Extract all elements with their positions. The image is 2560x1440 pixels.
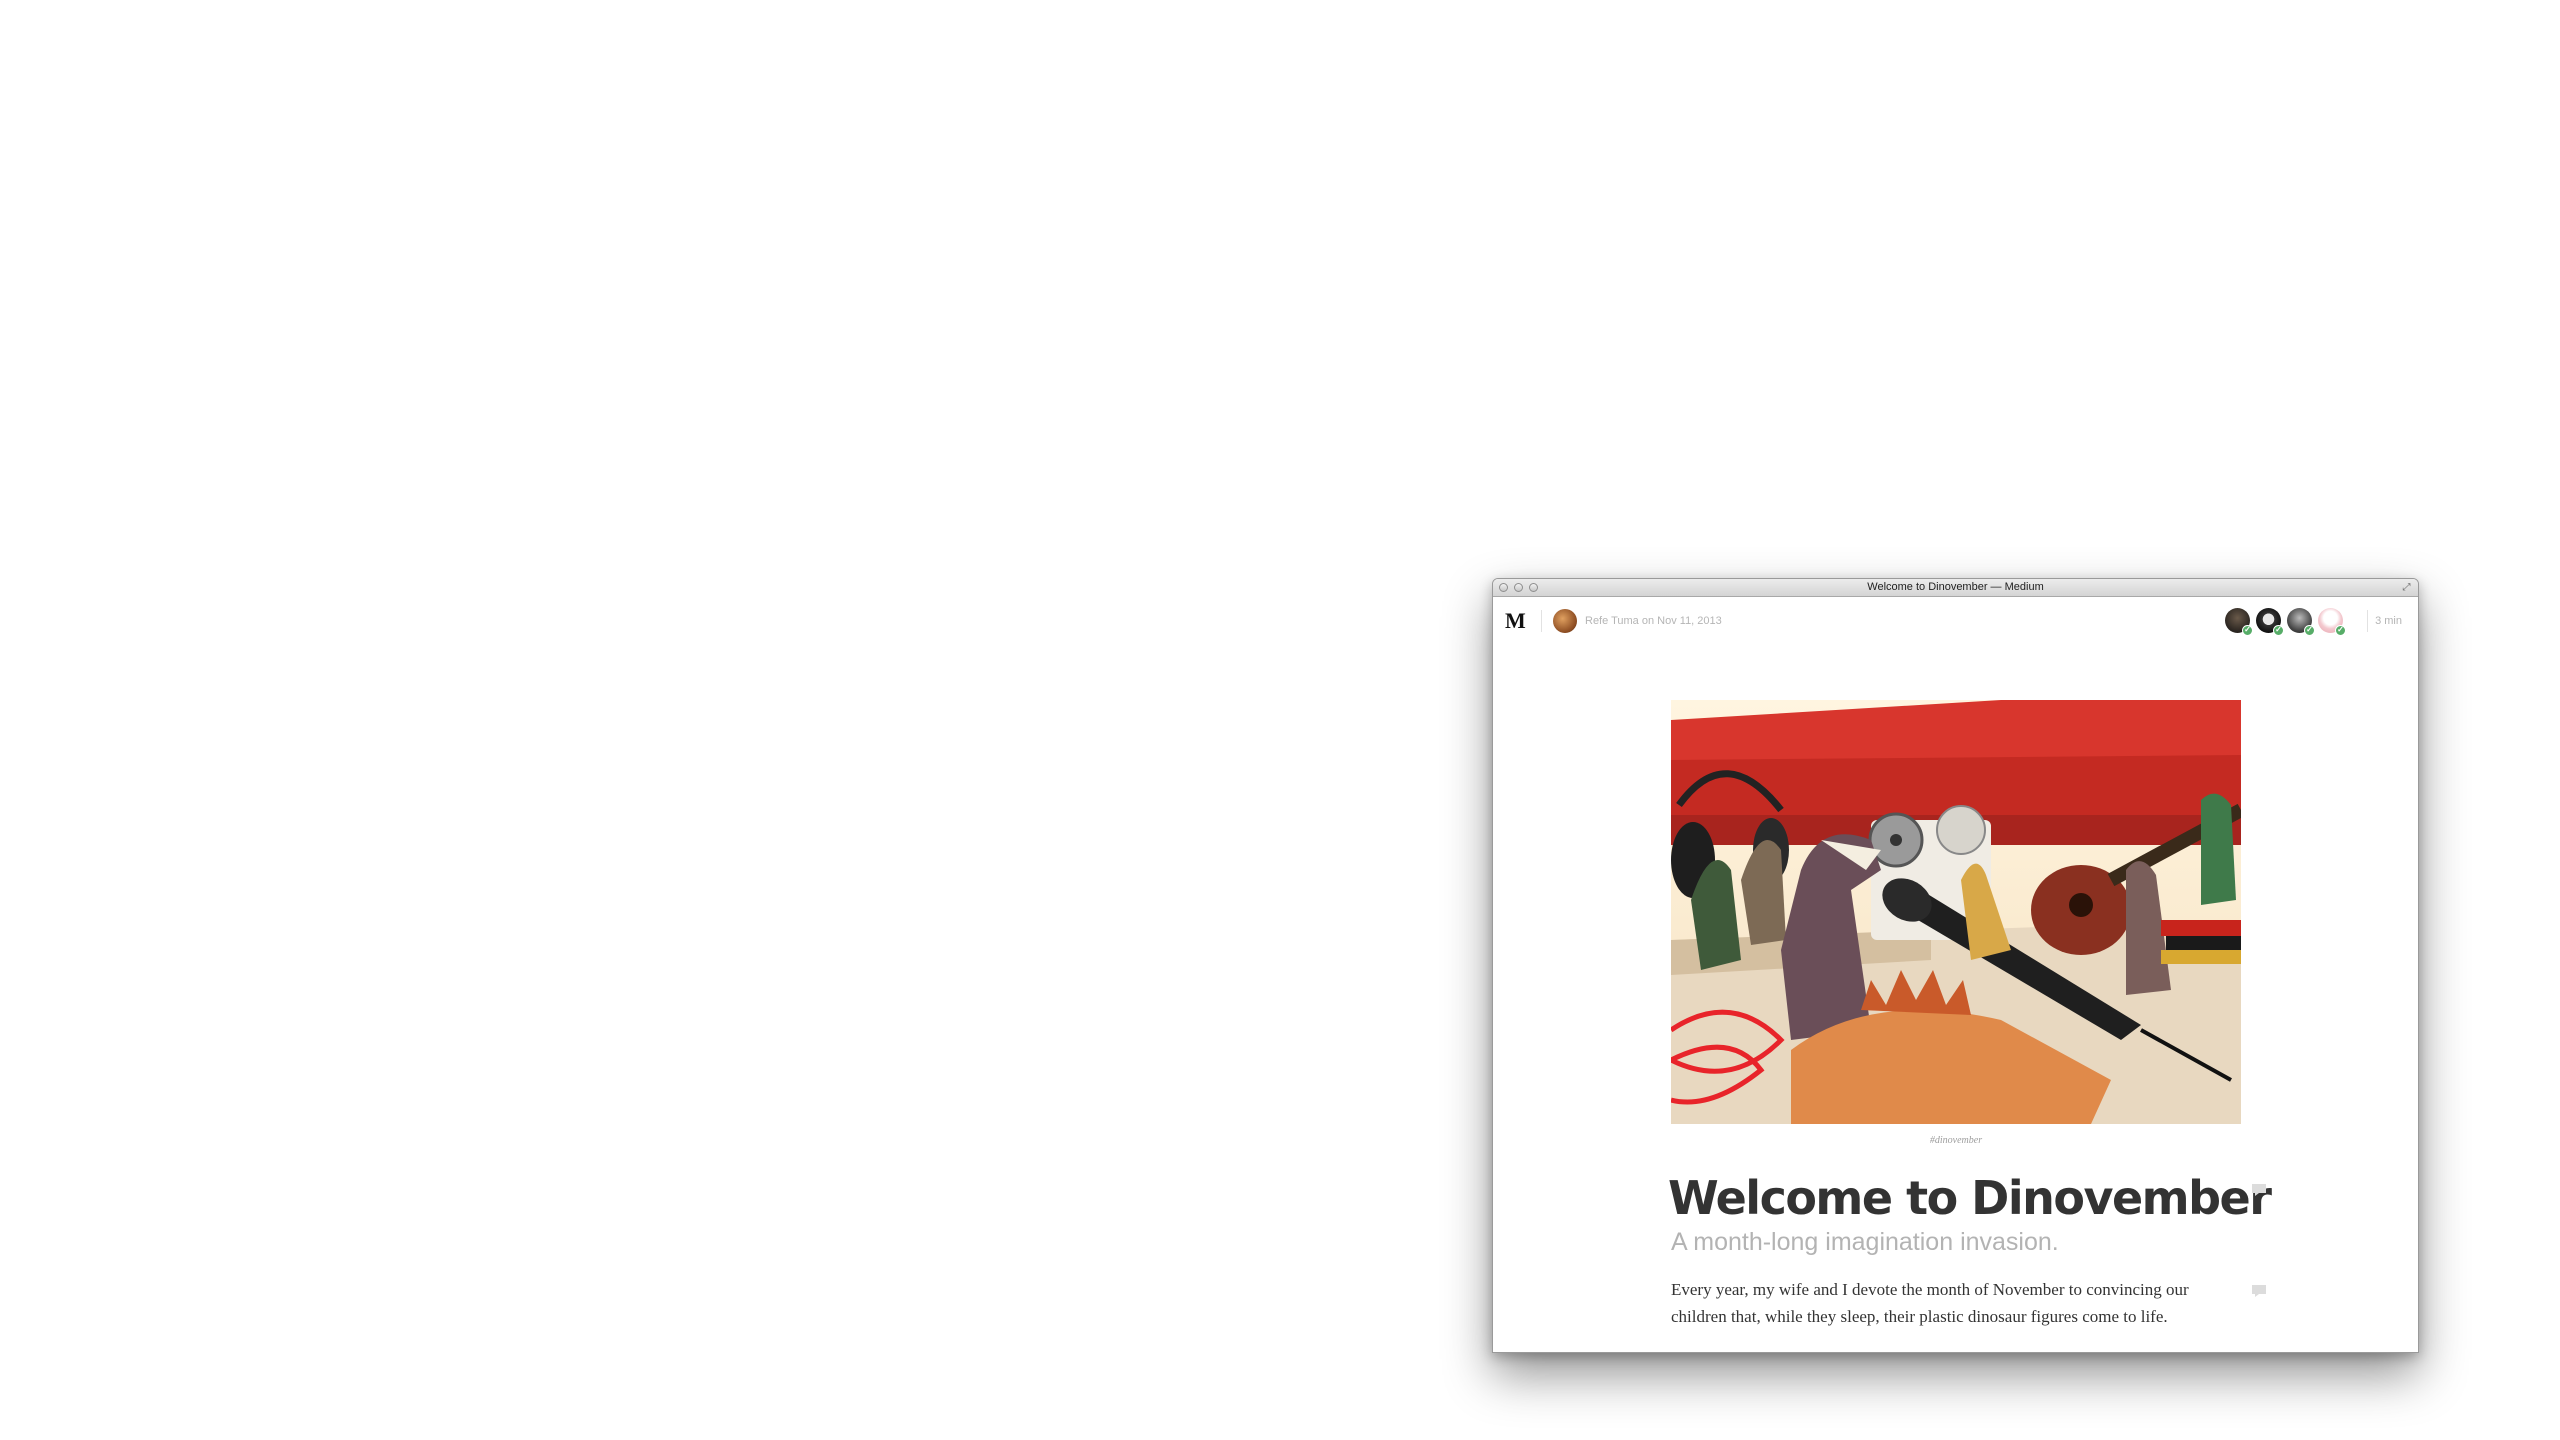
window-title: Welcome to Dinovember — Medium xyxy=(1867,581,2044,593)
note-icon[interactable] xyxy=(2251,1183,2267,1197)
recommender-avatar[interactable]: ✓ xyxy=(2287,608,2315,636)
body-paragraph-partial xyxy=(1671,1335,2231,1351)
hero-image[interactable] xyxy=(1671,700,2241,1124)
body-paragraph: Every year, my wife and I devote the mon… xyxy=(1671,1280,2189,1326)
post-top-bar: M Refe Tuma on Nov 11, 2013 ✓ ✓ ✓ ✓ 3 mi… xyxy=(1493,596,2418,644)
medium-logo[interactable]: M xyxy=(1505,608,1526,634)
check-icon: ✓ xyxy=(2335,625,2346,636)
divider xyxy=(2367,610,2368,632)
author-byline[interactable]: Refe Tuma on Nov 11, 2013 xyxy=(1585,615,1722,627)
dinosaur-photo xyxy=(1671,700,2241,1124)
recommender-avatar[interactable]: ✓ xyxy=(2318,608,2346,636)
recommender-avatar[interactable]: ✓ xyxy=(2225,608,2253,636)
recommender-avatar[interactable]: ✓ xyxy=(2256,608,2284,636)
fullscreen-icon[interactable]: ⤢ xyxy=(2401,582,2412,593)
image-caption: #dinovember xyxy=(1929,1135,1983,1146)
author-avatar[interactable] xyxy=(1553,609,1577,633)
post-subtitle: A month-long imagination invasion. xyxy=(1671,1228,2059,1256)
check-icon: ✓ xyxy=(2304,625,2315,636)
title-bar: Welcome to Dinovember — Medium ⤢ xyxy=(1493,579,2418,597)
note-icon[interactable] xyxy=(2251,1284,2267,1298)
post-title: Welcome to Dinovember xyxy=(1668,1171,2272,1225)
check-icon: ✓ xyxy=(2273,625,2284,636)
read-time: 3 min xyxy=(2375,615,2402,627)
browser-window: Welcome to Dinovember — Medium ⤢ M Refe … xyxy=(1492,578,2419,1353)
divider xyxy=(1541,610,1542,632)
check-icon: ✓ xyxy=(2242,625,2253,636)
recommenders-list: ✓ ✓ ✓ ✓ xyxy=(2225,608,2346,636)
